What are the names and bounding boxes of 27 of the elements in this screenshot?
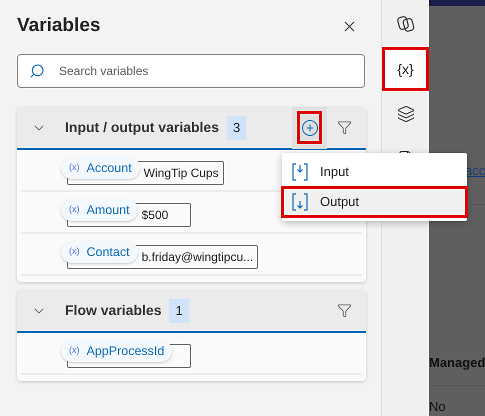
panel-title: Variables <box>17 14 100 38</box>
table-cell-text: No <box>429 398 447 416</box>
variable-chip[interactable]: (x) Amount <box>61 199 138 221</box>
menu-item[interactable]: Input <box>282 157 467 187</box>
filter-icon[interactable] <box>337 303 352 318</box>
column-header: Managed <box>429 354 485 372</box>
variable-value: b.friday@wingtipcu... <box>142 249 254 266</box>
variable-value: $500 <box>142 207 168 224</box>
count-badge: 1 <box>169 298 189 322</box>
variable-chip[interactable]: (x) AppProcessId <box>61 340 172 362</box>
add-icon[interactable] <box>300 118 318 136</box>
section-title: Input / output variables <box>65 118 220 137</box>
count-badge: 3 <box>227 116 246 140</box>
variable-chip[interactable]: (x) Account <box>61 157 140 179</box>
menu-item[interactable]: Output <box>282 187 467 217</box>
filter-icon[interactable] <box>337 120 352 135</box>
layers-icon[interactable] <box>396 105 414 123</box>
input-arrow-icon <box>292 163 308 181</box>
copilot-icon[interactable] <box>396 15 414 33</box>
variable-value: WingTip Cups <box>144 165 219 182</box>
search-icon <box>29 63 45 79</box>
variable-chip[interactable]: (x) Contact <box>61 241 138 263</box>
search-field[interactable]: Search variables <box>17 54 365 88</box>
output-arrow-icon <box>292 193 308 211</box>
variables-tab[interactable]: {x} <box>382 47 429 91</box>
section-title: Flow variables <box>65 301 162 320</box>
add-button[interactable] <box>292 107 327 149</box>
